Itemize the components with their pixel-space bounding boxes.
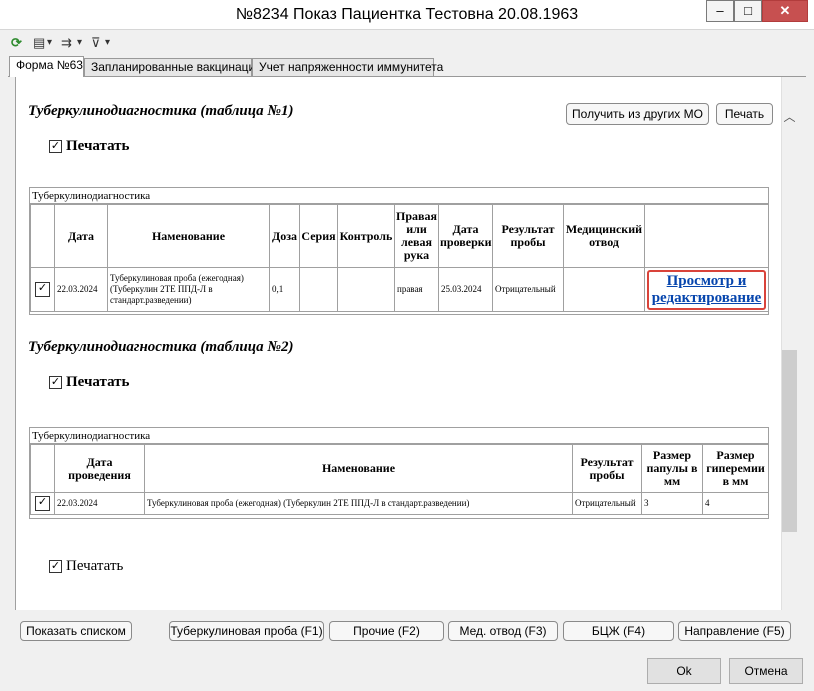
- section2-print-label: Печатать: [66, 374, 130, 390]
- cell-result: Отрицательный: [572, 492, 642, 515]
- header-control: Контроль: [337, 204, 395, 268]
- header-date: Дата: [54, 204, 108, 268]
- cell-series: [299, 267, 338, 312]
- header-checkbox-column: [30, 444, 55, 493]
- close-button[interactable]: ✕: [762, 0, 808, 22]
- section1-title: Туберкулинодиагностика (таблица №1): [28, 103, 294, 119]
- edit-link-highlight: Просмотр и редактирование: [647, 269, 766, 310]
- cell-name: Туберкулиновая проба (ежегодная) (Туберк…: [107, 267, 270, 312]
- tab-immunity-tension[interactable]: Учет напряженности иммунитета: [252, 58, 443, 76]
- header-result: Результат пробы: [492, 204, 564, 268]
- header-hand: Правая или левая рука: [394, 204, 439, 268]
- header-papule: Размер папулы в мм: [641, 444, 703, 493]
- row-checkbox[interactable]: ✓: [35, 282, 50, 297]
- header-med-exemption: Медицинский отвод: [563, 204, 645, 268]
- print-dropdown-icon[interactable]: ▾: [47, 33, 57, 53]
- cell-date: 22.03.2024: [54, 267, 108, 312]
- section1-table: Дата Наменование Доза Серия Контроль Пра…: [30, 204, 769, 312]
- table-header-row: Дата Наменование Доза Серия Контроль Пра…: [30, 204, 769, 268]
- refresh-icon[interactable]: ⟳: [11, 33, 27, 53]
- table-header-row: Дата проведения Наменование Результат пр…: [30, 444, 769, 493]
- cell-dose: 0,1: [269, 267, 300, 312]
- content-area: Туберкулинодиагностика (таблица №1) Полу…: [15, 77, 781, 610]
- cell-result: Отрицательный: [492, 267, 564, 312]
- cell-med-exemption: [563, 267, 645, 312]
- header-series: Серия: [299, 204, 338, 268]
- header-name: Наменование: [107, 204, 270, 268]
- minimize-button[interactable]: –: [706, 0, 734, 22]
- referral-button[interactable]: Направление (F5): [678, 621, 791, 641]
- export-icon[interactable]: ⇉: [61, 33, 77, 53]
- section3-print-label: Печатать: [66, 558, 124, 574]
- header-hyperemia: Размер гиперемии в мм: [702, 444, 769, 493]
- cell-papule: 3: [641, 492, 703, 515]
- cell-control: [337, 267, 395, 312]
- view-edit-link[interactable]: Просмотр и редактирование: [652, 273, 762, 306]
- cell-name: Туберкулиновая проба (ежегодная) (Туберк…: [144, 492, 573, 515]
- get-from-other-mo-button[interactable]: Получить из других МО: [566, 103, 709, 125]
- header-dose: Доза: [269, 204, 300, 268]
- cell-date: 22.03.2024: [54, 492, 145, 515]
- cell-hand: правая: [394, 267, 439, 312]
- print-icon[interactable]: ▤: [33, 33, 47, 53]
- section2-print-checkbox[interactable]: ✓: [49, 376, 62, 389]
- filter-icon[interactable]: ⊽: [91, 33, 105, 53]
- print-button[interactable]: Печать: [716, 103, 773, 125]
- filter-dropdown-icon[interactable]: ▾: [105, 33, 115, 53]
- cell-hyperemia: 4: [702, 492, 769, 515]
- bcg-button[interactable]: БЦЖ (F4): [563, 621, 674, 641]
- tab-planned-vaccinations[interactable]: Запланированные вакцинации: [84, 58, 262, 76]
- section3-print-checkbox[interactable]: ✓: [49, 560, 62, 573]
- cancel-button[interactable]: Отмена: [729, 658, 803, 684]
- maximize-button[interactable]: □: [734, 0, 762, 22]
- scrollbar-thumb[interactable]: [782, 350, 797, 532]
- tuberculin-test-button[interactable]: Туберкулиновая проба (F1): [169, 621, 324, 641]
- header-check-date: Дата проверки: [438, 204, 493, 268]
- cell-check-date: 25.03.2024: [438, 267, 493, 312]
- grid-caption: Туберкулинодиагностика: [30, 428, 768, 444]
- header-date: Дата проведения: [54, 444, 145, 493]
- toolbar: [0, 30, 814, 56]
- header-checkbox-column: [30, 204, 55, 268]
- header-action: [644, 204, 769, 268]
- window-title: №8234 Показ Пациентка Тестовна 20.08.196…: [235, 6, 579, 23]
- ok-button[interactable]: Ok: [647, 658, 721, 684]
- section2-table: Дата проведения Наменование Результат пр…: [30, 444, 769, 515]
- section1-print-label: Печатать: [66, 138, 130, 154]
- header-name: Наменование: [144, 444, 573, 493]
- section1-print-checkbox[interactable]: ✓: [49, 140, 62, 153]
- scroll-up-icon[interactable]: ︿: [781, 108, 798, 124]
- header-result: Результат пробы: [572, 444, 642, 493]
- section2-grid: Туберкулинодиагностика Дата проведения Н…: [29, 427, 769, 519]
- other-button[interactable]: Прочие (F2): [329, 621, 444, 641]
- export-dropdown-icon[interactable]: ▾: [77, 33, 87, 53]
- section1-grid: Туберкулинодиагностика Дата Наменование …: [29, 187, 769, 315]
- med-exemption-button[interactable]: Мед. отвод (F3): [448, 621, 558, 641]
- show-list-button[interactable]: Показать списком: [20, 621, 132, 641]
- row-checkbox[interactable]: ✓: [35, 496, 50, 511]
- section2-title: Туберкулинодиагностика (таблица №2): [28, 339, 294, 355]
- table-row[interactable]: ✓ 22.03.2024 Туберкулиновая проба (ежего…: [30, 267, 769, 312]
- tab-form-63[interactable]: Форма №63: [9, 56, 84, 77]
- grid-caption: Туберкулинодиагностика: [30, 188, 768, 204]
- table-row[interactable]: ✓ 22.03.2024 Туберкулиновая проба (ежего…: [30, 492, 769, 515]
